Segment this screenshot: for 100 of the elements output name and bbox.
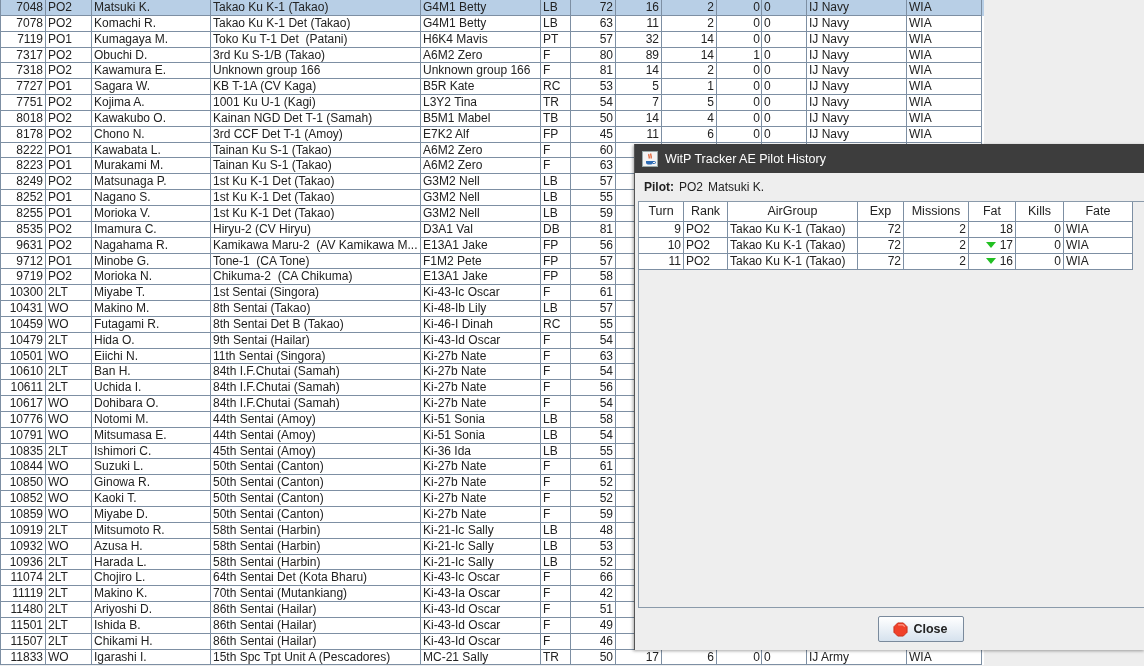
table-cell: 11507: [1, 633, 46, 650]
table-cell: 72: [858, 222, 904, 238]
table-cell: 7751: [1, 95, 46, 111]
table-row[interactable]: 7727 PO1 Sagara W. KB T-1A (CV Kaga) B5R Kate RC 53 5 1 0 0 IJ Navy WIA: [1, 79, 984, 96]
table-cell: 16: [616, 0, 662, 16]
table-cell: 53: [571, 538, 616, 555]
table-cell: 9th Sentai (Hailar): [211, 332, 421, 349]
table-cell: 10932: [1, 538, 46, 555]
table-cell: 0: [762, 15, 807, 32]
table-cell: LB: [541, 205, 571, 222]
column-header[interactable]: Kills: [1016, 202, 1064, 222]
coffee-cup-icon: [642, 150, 658, 167]
table-cell: 10919: [1, 522, 46, 539]
table-row[interactable]: 7318 PO2 Kawamura E. Unknown group 166 Unknown group 166 F 81 14 2 0 0 IJ Navy WIA: [1, 63, 984, 80]
column-header[interactable]: Fate: [1064, 202, 1133, 222]
column-header[interactable]: Missions: [904, 202, 969, 222]
table-cell: 59: [571, 205, 616, 222]
table-cell: Dohibara O.: [92, 396, 211, 412]
table-cell: Notomi M.: [92, 411, 211, 428]
table-cell: PO2: [46, 110, 92, 127]
table-cell: 55: [571, 190, 616, 206]
table-cell: 3rd CCF Det T-1 (Amoy): [211, 126, 421, 143]
table-cell: 18: [969, 222, 1016, 238]
table-cell: 8th Sentai Det B (Takao): [211, 316, 421, 333]
table-cell: PO2: [46, 237, 92, 254]
table-cell: WIA: [907, 126, 982, 143]
table-cell: 7119: [1, 31, 46, 48]
table-cell: 54: [571, 332, 616, 349]
table-row[interactable]: 7751 PO2 Kojima A. 1001 Ku U-1 (Kagi) L3Y2 Tina TR 54 7 5 0 0 IJ Navy WIA: [1, 95, 984, 111]
table-cell: LB: [541, 190, 571, 206]
table-cell: Takao Ku K-1 (Takao): [211, 0, 421, 16]
table-cell: 10791: [1, 427, 46, 444]
table-cell: 10776: [1, 411, 46, 428]
table-cell: 2LT: [46, 602, 92, 618]
table-row[interactable]: 7048 PO2 Matsuki K. Takao Ku K-1 (Takao) G4M1 Betty LB 72 16 2 0 0 IJ Navy WIA: [1, 0, 984, 16]
table-cell: Nagahama R.: [92, 237, 211, 254]
table-cell: PO2: [684, 222, 728, 238]
table-cell: L3Y2 Tina: [421, 95, 541, 111]
table-cell: 10459: [1, 316, 46, 333]
table-cell: 1st Ku K-1 Det (Takao): [211, 205, 421, 222]
table-cell: 0: [717, 110, 762, 127]
column-header[interactable]: Rank: [684, 202, 728, 222]
table-cell: 57: [571, 31, 616, 48]
table-cell: 32: [616, 31, 662, 48]
table-cell: Ki-21-Ic Sally: [421, 538, 541, 555]
table-cell: LB: [541, 522, 571, 539]
table-cell: Mitsumoto R.: [92, 522, 211, 539]
table-cell: Takao Ku K-1 Det (Takao): [211, 15, 421, 32]
table-cell: 46: [571, 633, 616, 650]
table-cell: MC-21 Sally: [421, 649, 541, 666]
table-cell: 2LT: [46, 617, 92, 634]
table-cell: 49: [571, 617, 616, 634]
table-cell: 2: [904, 238, 969, 254]
table-cell: 8255: [1, 205, 46, 222]
table-cell: TR: [541, 649, 571, 666]
table-cell: 0: [717, 31, 762, 48]
table-cell: 10617: [1, 396, 46, 412]
table-cell: 54: [571, 95, 616, 111]
table-cell: 14: [662, 31, 717, 48]
table-cell: WO: [46, 507, 92, 523]
column-header[interactable]: Exp: [858, 202, 904, 222]
table-cell: 0: [717, 126, 762, 143]
table-cell: Ki-21-Ic Sally: [421, 522, 541, 539]
table-cell: 10: [639, 238, 684, 254]
table-cell: 11833: [1, 649, 46, 666]
table-cell: 8252: [1, 190, 46, 206]
table-cell: Toko Ku T-1 Det (Patani): [211, 31, 421, 48]
table-cell: 2: [662, 0, 717, 16]
table-cell: 0: [717, 15, 762, 32]
column-header[interactable]: AirGroup: [728, 202, 858, 222]
table-cell: WIA: [907, 15, 982, 32]
table-cell: WO: [46, 301, 92, 317]
table-cell: F: [541, 507, 571, 523]
column-header[interactable]: Fat: [969, 202, 1016, 222]
table-cell: Ki-27b Nate: [421, 396, 541, 412]
table-cell: 57: [571, 301, 616, 317]
table-cell: 10859: [1, 507, 46, 523]
table-cell: PT: [541, 31, 571, 48]
column-header[interactable]: Turn: [639, 202, 684, 222]
table-cell: LB: [541, 411, 571, 428]
table-cell: LB: [541, 301, 571, 317]
table-cell: LB: [541, 0, 571, 16]
table-cell: IJ Navy: [807, 110, 907, 127]
table-cell: PO2: [46, 221, 92, 238]
table-cell: Chono N.: [92, 126, 211, 143]
table-cell: B5M1 Mabel: [421, 110, 541, 127]
table-cell: F: [541, 396, 571, 412]
table-cell: 4: [662, 110, 717, 127]
table-cell: 2LT: [46, 633, 92, 650]
table-cell: 0: [762, 0, 807, 16]
table-cell: PO1: [46, 190, 92, 206]
table-cell: Ki-43-Id Oscar: [421, 633, 541, 650]
table-cell: F: [541, 617, 571, 634]
table-cell: WO: [46, 316, 92, 333]
table-cell: LB: [541, 538, 571, 555]
close-button[interactable]: Close: [877, 616, 964, 642]
table-cell: 0: [717, 0, 762, 16]
table-cell: 44th Sentai (Amoy): [211, 411, 421, 428]
table-cell: 10479: [1, 332, 46, 349]
table-cell: 9: [639, 222, 684, 238]
